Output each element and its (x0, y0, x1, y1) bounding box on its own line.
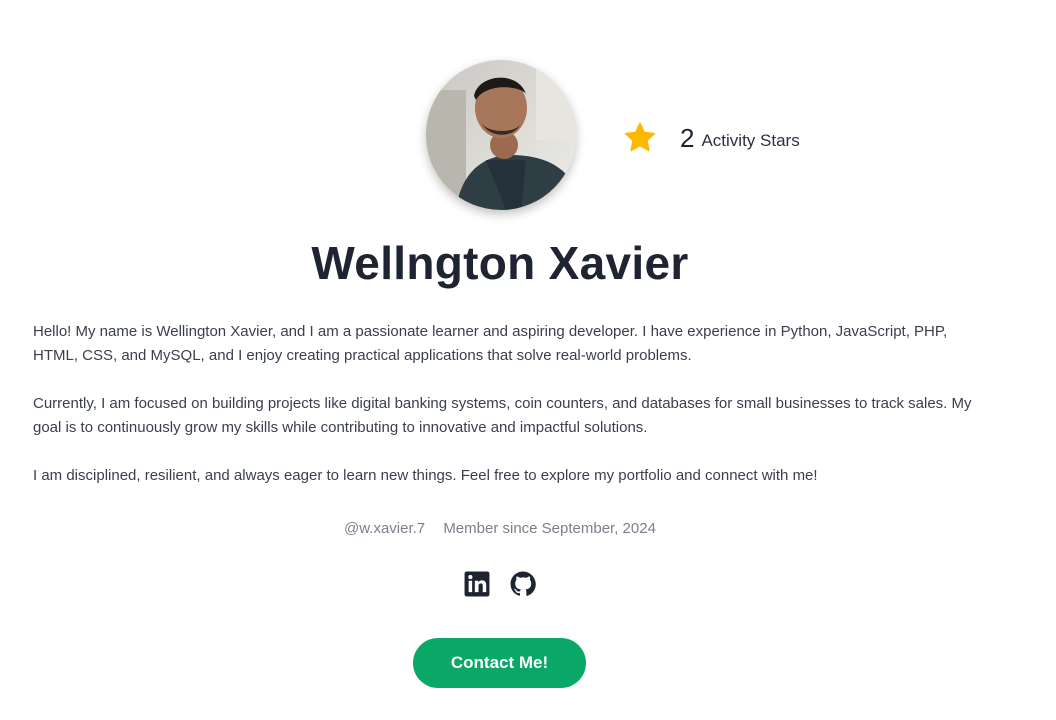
contact-button[interactable]: Contact Me! (413, 638, 586, 688)
bio-paragraph: Hello! My name is Wellington Xavier, and… (33, 323, 948, 364)
profile-name: Wellngton Xavier (311, 237, 689, 289)
profile-header: 2 Activity Stars (0, 60, 1056, 210)
bio-paragraph: Currently, I am focused on building proj… (33, 395, 972, 436)
avatar (426, 60, 576, 210)
linkedin-link[interactable] (464, 571, 490, 597)
profile-bio: Hello! My name is Wellington Xavier, and… (33, 320, 978, 512)
profile-handle: @w.xavier.7 (344, 520, 426, 537)
avatar-photo (426, 60, 576, 210)
star-icon (622, 120, 658, 156)
github-link[interactable] (510, 571, 536, 597)
activity-stars-count: 2 (680, 123, 695, 153)
github-icon (510, 571, 536, 596)
profile-page: 2 Activity Stars Wellngton Xavier Hello!… (0, 0, 1056, 720)
member-since: Member since September, 2024 (443, 520, 656, 537)
activity-stars: 2 Activity Stars (622, 118, 800, 158)
linkedin-icon (464, 571, 490, 597)
activity-stars-label: Activity Stars (701, 130, 800, 150)
bio-paragraph: I am disciplined, resilient, and always … (33, 467, 818, 484)
profile-meta: @w.xavier.7 Member since September, 2024 (0, 520, 1000, 537)
social-links (464, 571, 536, 597)
